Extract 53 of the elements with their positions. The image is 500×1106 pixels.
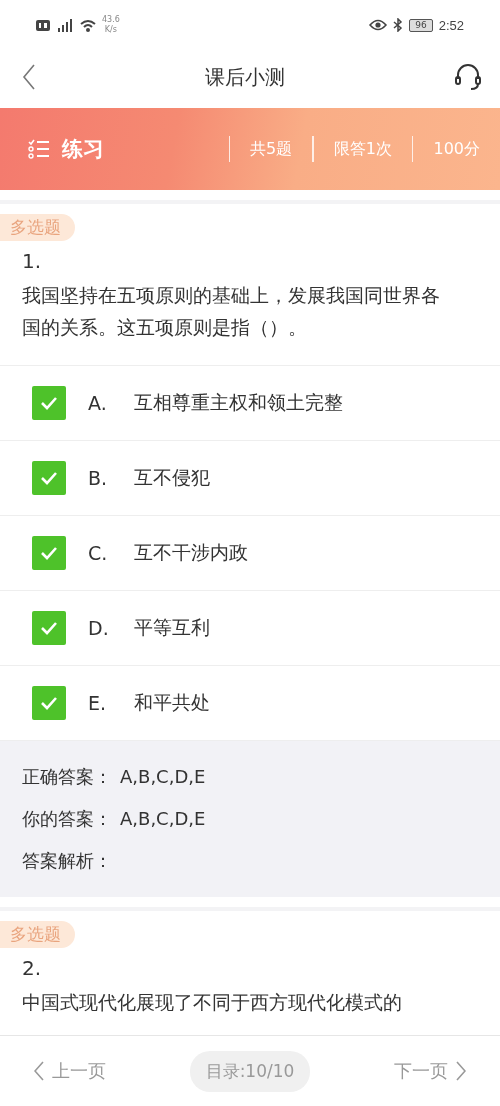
option-letter: B. [88, 467, 109, 489]
practice-title: 练习 [62, 136, 104, 163]
quiz-stat: 共5题 [250, 138, 293, 160]
answer-option[interactable]: B. 互不侵犯 [0, 441, 500, 516]
chevron-left-icon [34, 1061, 44, 1081]
option-letter: E. [88, 692, 108, 714]
answer-option[interactable]: C. 互不干涉内政 [0, 516, 500, 591]
checkbox[interactable] [32, 611, 66, 645]
answer-value: A,B,C,D,E [120, 765, 206, 789]
option-text: 互不侵犯 [134, 465, 210, 490]
speed-unit: K/s [104, 25, 117, 35]
checkbox[interactable] [32, 536, 66, 570]
question-type-tag: 多选题 [0, 214, 75, 241]
question-text: 中国式现代化展现了不同于西方现代化模式的 [21, 990, 403, 1015]
answer-value: A,B,C,D,E [120, 807, 206, 831]
answer-label: 正确答案： [22, 765, 112, 789]
question-type-tag: 多选题 [0, 921, 75, 948]
answer-option[interactable]: A. 互相尊重主权和领土完整 [0, 366, 500, 441]
check-icon [40, 396, 58, 410]
option-text: 互相尊重主权和领土完整 [134, 390, 343, 415]
headset-icon[interactable] [454, 63, 482, 91]
quiz-stat: 限答1次 [333, 138, 392, 160]
option-letter: C. [88, 542, 109, 564]
option-text: 互不干涉内政 [134, 540, 248, 565]
status-time: 2:52 [438, 17, 464, 33]
chevron-right-icon [456, 1061, 466, 1081]
battery-icon: 96 [409, 18, 433, 32]
list-icon [28, 139, 50, 159]
question-number: 2. [21, 955, 43, 980]
checkbox[interactable] [32, 461, 66, 495]
network-speed: 43.6 [102, 15, 120, 25]
option-text: 平等互利 [134, 615, 210, 640]
page-title: 课后小测 [205, 63, 285, 91]
answer-option[interactable]: D. 平等互利 [0, 591, 500, 666]
question-number: 1. [21, 248, 43, 273]
signal-icon [56, 18, 74, 32]
back-icon[interactable] [22, 64, 36, 90]
wifi-icon [80, 18, 96, 32]
check-icon [40, 621, 58, 635]
answer-label: 你的答案： [22, 807, 112, 831]
check-icon [40, 471, 58, 485]
option-letter: D. [88, 617, 110, 639]
quiz-stat: 100分 [433, 138, 480, 160]
checkbox[interactable] [32, 386, 66, 420]
answer-label: 答案解析： [22, 849, 112, 873]
check-icon [40, 546, 58, 560]
question-text: 我国坚持在五项原则的基础上，发展我国同世界各国的关系。这五项原则是指（）。 [21, 283, 441, 340]
checkbox[interactable] [32, 686, 66, 720]
option-letter: A. [88, 392, 108, 414]
option-text: 和平共处 [134, 690, 210, 715]
check-icon [40, 696, 58, 710]
eye-icon [369, 19, 388, 31]
bluetooth-icon [393, 18, 404, 32]
